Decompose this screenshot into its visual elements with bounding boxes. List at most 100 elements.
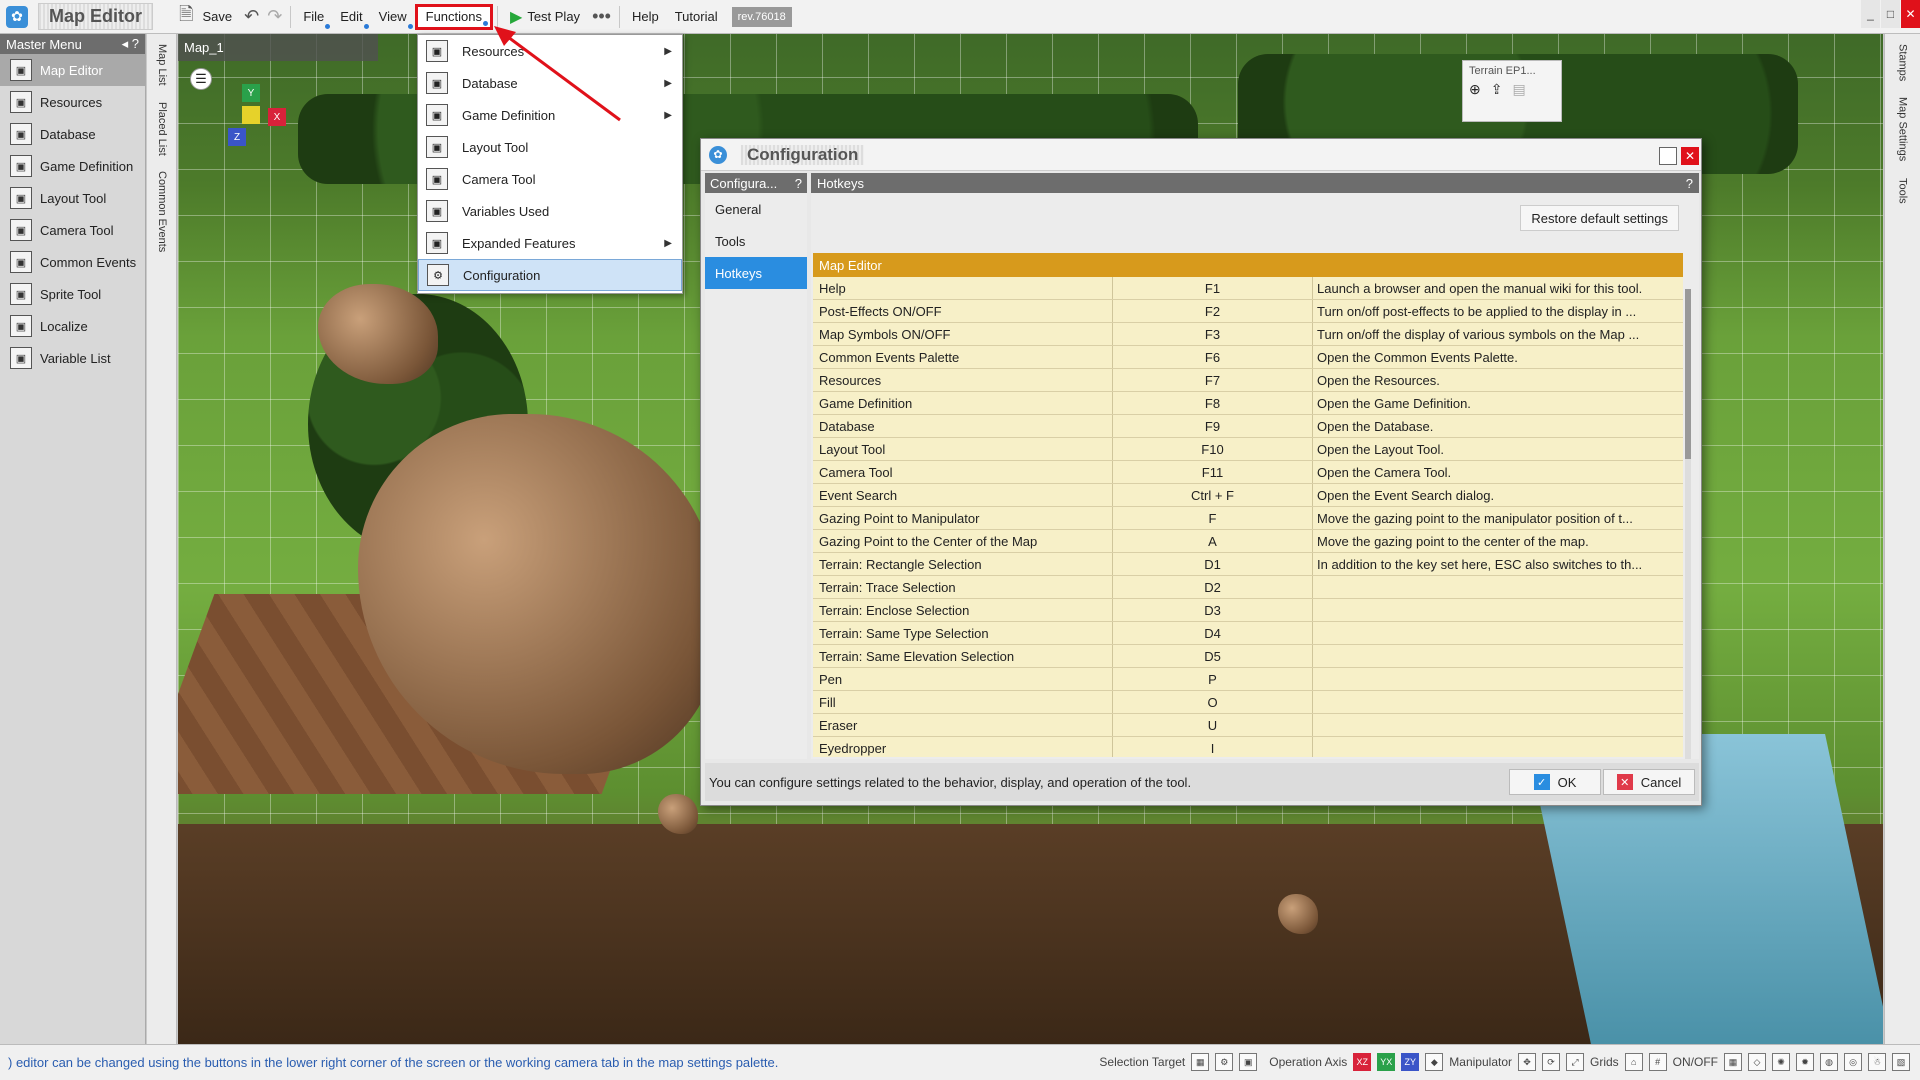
table-row[interactable]: Eraser U [813,714,1683,737]
dropdown-item[interactable]: ▣ Layout Tool [418,131,682,163]
collapse-icon[interactable]: ◂ ? [122,36,139,52]
hotkey-key[interactable]: F1 [1113,277,1313,299]
master-menu-item[interactable]: ▣ Game Definition [0,150,145,182]
table-row[interactable]: Database F9 Open the Database. [813,415,1683,438]
table-row[interactable]: Help F1 Launch a browser and open the manu… [813,277,1683,300]
menu-edit[interactable]: Edit [332,4,370,30]
hotkey-key[interactable]: O [1113,691,1313,713]
manipulator-rotate-icon[interactable]: ⟳ [1542,1053,1560,1071]
master-menu-item[interactable]: ▣ Camera Tool [0,214,145,246]
toggle-sky-icon[interactable]: ◍ [1820,1053,1838,1071]
table-row[interactable]: Common Events Palette F6 Open the Common E… [813,346,1683,369]
ok-button[interactable]: ✓ OK [1509,769,1601,795]
hotkey-key[interactable]: D1 [1113,553,1313,575]
tab-tools[interactable]: Tools [1888,172,1918,210]
menu-file[interactable]: File [295,4,332,30]
axis-yx-button[interactable]: YX [1377,1053,1396,1071]
table-row[interactable]: Pen P [813,668,1683,691]
table-scrollbar[interactable] [1685,289,1691,759]
terrain-add-icon[interactable]: ⊕ [1469,81,1481,98]
table-row[interactable]: Terrain: Enclose Selection D3 [813,599,1683,622]
selection-mode-icon[interactable]: ⚙ [1215,1053,1234,1071]
dialog-titlebar[interactable]: ✿ Configuration ✕ [701,139,1701,171]
hotkey-key[interactable]: A [1113,530,1313,552]
master-menu-item[interactable]: ▣ Layout Tool [0,182,145,214]
maximize-icon[interactable]: □ [1881,0,1900,28]
terrain-palette[interactable]: Terrain EP1... ⊕ ⇪ ▤ [1462,60,1562,122]
toggle-light-icon[interactable]: ✺ [1772,1053,1790,1071]
axis-xz-button[interactable]: XZ [1353,1053,1372,1071]
hotkey-key[interactable]: F7 [1113,369,1313,391]
menu-functions[interactable]: Functions [414,3,493,30]
table-row[interactable]: Eyedropper I [813,737,1683,757]
x-axis-handle[interactable]: X [268,108,286,126]
hotkey-key[interactable]: F9 [1113,415,1313,437]
master-menu-item[interactable]: ▣ Variable List [0,342,145,374]
table-row[interactable]: Camera Tool F11 Open the Camera Tool. [813,461,1683,484]
terrain-copy-icon[interactable]: ▤ [1512,81,1525,98]
menu-tutorial[interactable]: Tutorial [667,4,726,30]
table-row[interactable]: Game Definition F8 Open the Game Definitio… [813,392,1683,415]
table-row[interactable]: Gazing Point to the Center of the Map A Mo… [813,530,1683,553]
gizmo-center[interactable] [242,106,260,124]
table-row[interactable]: Map Symbols ON/OFF F3 Turn on/off the disp… [813,323,1683,346]
terrain-export-icon[interactable]: ⇪ [1491,81,1503,98]
table-row[interactable]: Resources F7 Open the Resources. [813,369,1683,392]
hotkey-key[interactable]: F11 [1113,461,1313,483]
hotkey-key[interactable]: F [1113,507,1313,529]
table-row[interactable]: Fill O [813,691,1683,714]
hotkey-key[interactable]: F2 [1113,300,1313,322]
grid-height-icon[interactable]: ⌂ [1624,1053,1643,1071]
close-icon[interactable]: ✕ [1681,147,1699,165]
master-menu-item[interactable]: ▣ Resources [0,86,145,118]
nav-hotkeys[interactable]: Hotkeys [705,257,807,289]
toggle-layer-icon[interactable]: ◇ [1748,1053,1766,1071]
axis-gizmo[interactable]: Y X Z [208,84,298,174]
save-button[interactable]: 🗎 Save [167,4,240,30]
nav-general[interactable]: General [705,193,807,225]
grid-icon[interactable]: # [1648,1053,1667,1071]
selection-range-icon[interactable]: ▣ [1239,1053,1258,1071]
nav-tools[interactable]: Tools [705,225,807,257]
help-icon[interactable]: ? [1686,176,1693,191]
hotkey-key[interactable]: D2 [1113,576,1313,598]
hotkey-key[interactable]: F3 [1113,323,1313,345]
axis-zy-button[interactable]: ZY [1401,1053,1420,1071]
tab-map-settings[interactable]: Map Settings [1888,91,1918,167]
dropdown-item[interactable]: ▣ Variables Used [418,195,682,227]
toggle-effects-icon[interactable]: ✹ [1796,1053,1814,1071]
hotkey-key[interactable]: P [1113,668,1313,690]
z-axis-handle[interactable]: Z [228,128,246,146]
manipulator-scale-icon[interactable]: ⤢ [1566,1053,1584,1071]
hotkey-key[interactable]: D3 [1113,599,1313,621]
help-icon[interactable]: ? [795,176,802,191]
hotkey-key[interactable]: F10 [1113,438,1313,460]
redo-icon[interactable]: ↷ [263,6,286,27]
scrollbar-thumb[interactable] [1685,289,1691,459]
cancel-button[interactable]: ✕ Cancel [1603,769,1695,795]
menu-help[interactable]: Help [624,4,667,30]
master-menu-item[interactable]: ▣ Localize [0,310,145,342]
table-row[interactable]: Terrain: Same Type Selection D4 [813,622,1683,645]
dropdown-item[interactable]: ▣ Camera Tool [418,163,682,195]
selection-target-icon[interactable]: ▦ [1191,1053,1210,1071]
manipulator-move-icon[interactable]: ✥ [1518,1053,1536,1071]
tab-placed-list[interactable]: Placed List [147,96,177,162]
toggle-character-icon[interactable]: ☃ [1868,1053,1886,1071]
table-row[interactable]: Event Search Ctrl + F Open the Event Searc… [813,484,1683,507]
tab-map-list[interactable]: Map List [147,38,177,92]
close-icon[interactable]: ✕ [1901,0,1920,28]
tab-common-events[interactable]: Common Events [147,165,177,258]
hotkey-key[interactable]: F6 [1113,346,1313,368]
toggle-collision-icon[interactable]: ◎ [1844,1053,1862,1071]
master-menu-item[interactable]: ▣ Map Editor [0,54,145,86]
hotkey-key[interactable]: U [1113,714,1313,736]
toggle-grid-icon[interactable]: ▦ [1724,1053,1742,1071]
tab-stamps[interactable]: Stamps [1888,38,1918,87]
table-row[interactable]: Post-Effects ON/OFF F2 Turn on/off post-ef… [813,300,1683,323]
table-row[interactable]: Gazing Point to Manipulator F Move the gaz… [813,507,1683,530]
hotkey-key[interactable]: D5 [1113,645,1313,667]
master-menu-item[interactable]: ▣ Sprite Tool [0,278,145,310]
table-row[interactable]: Terrain: Trace Selection D2 [813,576,1683,599]
undo-icon[interactable]: ↶ [240,6,263,27]
